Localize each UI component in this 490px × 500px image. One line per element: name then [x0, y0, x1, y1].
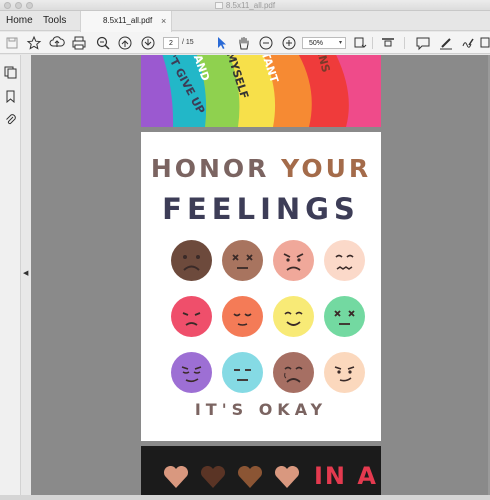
- face-smirk-icon: [324, 352, 365, 393]
- more-tools-icon[interactable]: [480, 35, 490, 51]
- save-icon[interactable]: [4, 35, 20, 51]
- close-tab-button[interactable]: ×: [161, 11, 166, 31]
- hand-tool-icon[interactable]: [236, 35, 252, 51]
- upload-cloud-icon[interactable]: [49, 35, 65, 51]
- document-viewer[interactable]: AND MYSELF TANT INS 'T GIVE UP HONOR YOU…: [31, 55, 490, 495]
- next-page-text: IN A: [314, 462, 378, 490]
- window-title: 8.5x11_all.pdf: [0, 0, 490, 11]
- document-tab-label: 8.5x11_all.pdf: [103, 16, 153, 25]
- toolbar-divider: [372, 37, 373, 49]
- face-neutral-icon: [222, 352, 263, 393]
- tab-bar: Home Tools 8.5x11_all.pdf ×: [0, 11, 490, 32]
- pdf-page-current: HONOR YOUR FEELINGS IT'S OKAY: [141, 132, 381, 441]
- heart-icon: [274, 465, 300, 488]
- page-number-input[interactable]: 2: [163, 37, 179, 49]
- left-navigation-pane: [0, 55, 21, 495]
- heart-icon: [200, 465, 226, 488]
- collapse-pane-arrow-icon[interactable]: ◀: [23, 269, 28, 277]
- bookmark-star-icon[interactable]: [26, 35, 42, 51]
- zoom-out-icon[interactable]: [258, 35, 274, 51]
- heart-icon: [163, 465, 189, 488]
- document-icon: [214, 2, 223, 9]
- next-page-icon[interactable]: [140, 35, 156, 51]
- fit-page-icon[interactable]: [352, 35, 368, 51]
- zoom-level-value: 50%: [309, 40, 324, 47]
- scroll-mode-icon[interactable]: [380, 35, 396, 51]
- window-titlebar: 8.5x11_all.pdf: [0, 0, 490, 11]
- toolbar-divider: [404, 37, 405, 49]
- zoom-level-select[interactable]: 50% ▾: [302, 37, 346, 49]
- document-tab[interactable]: 8.5x11_all.pdf ×: [80, 11, 172, 32]
- face-worried-icon: [324, 240, 365, 281]
- face-dizzy-icon: [324, 296, 365, 337]
- sign-icon[interactable]: [460, 35, 476, 51]
- pdf-page-previous: AND MYSELF TANT INS 'T GIVE UP: [141, 55, 381, 127]
- chevron-down-icon: ▾: [338, 40, 342, 46]
- poster-footer-text: IT'S OKAY: [194, 400, 328, 419]
- previous-page-icon[interactable]: [117, 35, 133, 51]
- home-tab[interactable]: Home: [6, 11, 33, 31]
- heart-icon: [237, 465, 263, 488]
- zoom-in-icon[interactable]: [281, 35, 297, 51]
- face-sad-icon: [171, 240, 212, 281]
- main-toolbar: 2 / 15 50% ▾: [0, 32, 490, 54]
- select-pointer-icon[interactable]: [213, 35, 229, 51]
- comment-icon[interactable]: [415, 35, 431, 51]
- page-thumbnails-icon[interactable]: [4, 66, 17, 79]
- face-sly-icon: [171, 352, 212, 393]
- poster-title-line1: HONOR YOUR: [150, 154, 372, 183]
- face-upset-icon: [171, 296, 212, 337]
- status-bar: [0, 495, 490, 500]
- face-content-icon: [222, 296, 263, 337]
- poster-title-line2: FEELINGS: [162, 192, 360, 226]
- face-happy-icon: [273, 296, 314, 337]
- highlight-pen-icon[interactable]: [438, 35, 454, 51]
- face-angry-icon: [273, 240, 314, 281]
- face-dizzy-icon: [222, 240, 263, 281]
- page-total-label: / 15: [182, 39, 194, 46]
- face-crying-icon: [273, 352, 314, 393]
- print-icon[interactable]: [71, 35, 87, 51]
- tools-tab[interactable]: Tools: [43, 11, 66, 31]
- bookmarks-icon[interactable]: [4, 90, 17, 104]
- zoom-search-icon[interactable]: [95, 35, 111, 51]
- attachments-paperclip-icon[interactable]: [4, 113, 17, 126]
- pdf-page-next: IN A: [141, 446, 381, 495]
